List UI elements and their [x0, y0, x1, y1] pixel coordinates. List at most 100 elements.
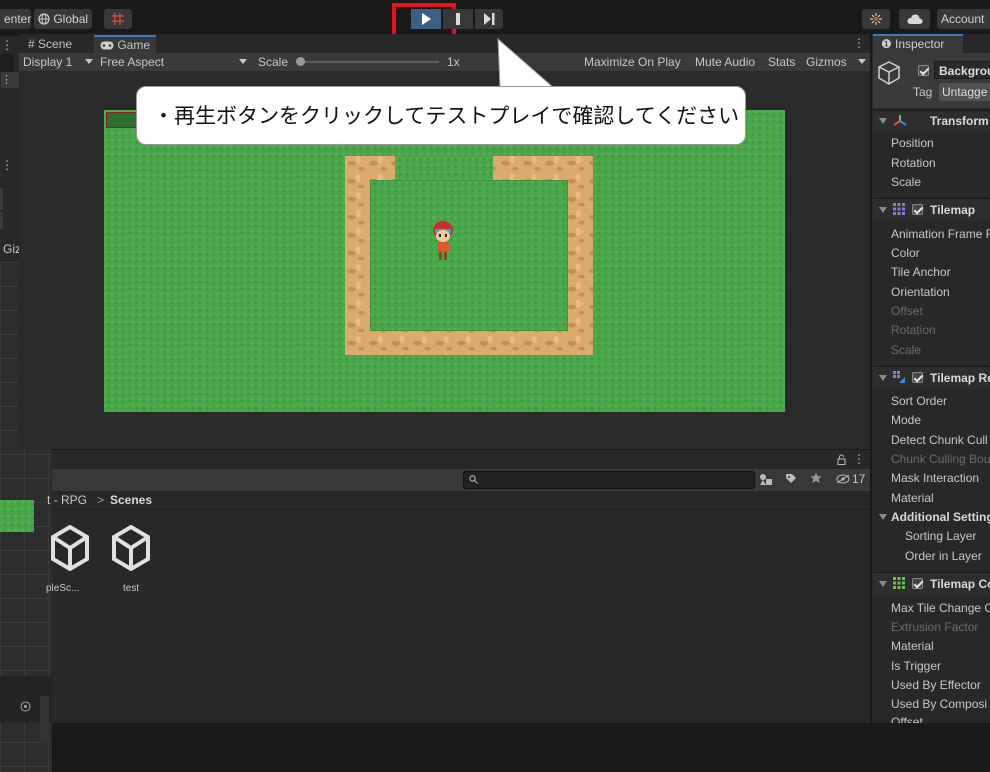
tilemap-tile-anchor-label[interactable]: Tile Anchor — [891, 265, 951, 279]
gizmos-dropdown[interactable]: Gizmos — [806, 53, 847, 71]
additional-settings-label[interactable]: Additional Setting — [891, 510, 990, 524]
project-panel: ⋮ 17 t - RPG > Scenes pleSc... test — [46, 449, 870, 723]
asset-label-test: test — [123, 583, 140, 594]
tilemap-collider-foldout-icon[interactable] — [879, 581, 887, 587]
transform-icon — [893, 115, 907, 126]
hierarchy-menu-icon[interactable]: ⋮ — [1, 38, 13, 52]
tag-dropdown[interactable]: Untagge — [939, 83, 990, 101]
play-icon — [422, 13, 431, 25]
renderer-material-label[interactable]: Material — [891, 491, 934, 505]
pause-button[interactable] — [443, 9, 473, 29]
renderer-detect-chunk-culling-label[interactable]: Detect Chunk Cull — [891, 433, 988, 447]
pivot-center-label: enter — [4, 12, 32, 26]
renderer-mode-label[interactable]: Mode — [891, 413, 921, 427]
step-button[interactable] — [475, 9, 503, 29]
tilemap-scale-label: Scale — [891, 343, 922, 357]
tilemap-offset-label: Offset — [891, 304, 923, 318]
scale-slider-thumb[interactable] — [296, 57, 305, 66]
global-toggle-button[interactable]: Global — [34, 9, 92, 29]
active-checkbox[interactable] — [918, 65, 929, 76]
tilemap-foldout-icon[interactable] — [879, 207, 887, 213]
mute-audio-toggle[interactable]: Mute Audio — [695, 53, 755, 71]
tilemap-renderer-icon — [893, 371, 905, 383]
play-button[interactable] — [411, 9, 441, 29]
tilemap-renderer-title: Tilemap Re — [930, 371, 990, 385]
hierarchy-strip: ⋮ ⋮ — [0, 36, 19, 156]
inner-grass-area — [370, 180, 568, 331]
scene-panel-menu-icon[interactable]: ⋮ — [1, 158, 13, 172]
collider-material-label[interactable]: Material — [891, 639, 934, 653]
maximize-on-play-toggle[interactable]: Maximize On Play — [584, 53, 681, 71]
scene-scrollbar[interactable] — [40, 696, 49, 743]
tab-inspector[interactable]: ❶ Inspector — [873, 34, 963, 53]
transform-position-label[interactable]: Position — [891, 136, 934, 150]
stats-toggle[interactable]: Stats — [768, 53, 795, 71]
tilemap-collider-enabled-checkbox[interactable] — [912, 578, 923, 589]
breadcrumb: t - RPG > Scenes — [47, 491, 870, 510]
tilemap-collider-icon — [893, 577, 905, 589]
hierarchy-menu-icon-2[interactable]: ⋮ — [1, 72, 19, 88]
tilemap-renderer-enabled-checkbox[interactable] — [912, 372, 923, 383]
project-tabbar: ⋮ — [52, 449, 870, 470]
pivot-center-button[interactable]: enter — [0, 9, 31, 29]
unity-scene-icon — [51, 525, 89, 571]
hidden-eye-icon[interactable] — [836, 474, 850, 484]
asset-item-test[interactable]: test — [104, 525, 160, 595]
project-menu-icon[interactable]: ⋮ — [853, 452, 865, 466]
lock-icon[interactable] — [837, 454, 846, 465]
collider-max-tile-change-label[interactable]: Max Tile Change C — [891, 601, 990, 615]
breadcrumb-separator: > — [97, 493, 105, 507]
global-label: Global — [53, 12, 89, 26]
tilemap-orientation-label[interactable]: Orientation — [891, 285, 950, 299]
transform-rotation-label[interactable]: Rotation — [891, 156, 936, 170]
scene-tool-button-2[interactable] — [0, 213, 3, 229]
transform-title: Transform — [930, 114, 989, 128]
inspector-header: Backgrou Tag Untagge — [873, 53, 990, 108]
collider-offset-label[interactable]: Offset — [891, 715, 923, 723]
aspect-chevron-down-icon — [239, 59, 247, 64]
scene-tool-button[interactable] — [0, 188, 3, 210]
display-dropdown[interactable]: Display 1 — [23, 53, 72, 71]
scale-label: Scale — [258, 55, 289, 69]
collider-is-trigger-label[interactable]: Is Trigger — [891, 659, 941, 673]
asset-item[interactable]: pleSc... — [38, 525, 94, 595]
tilemap-collider-title: Tilemap Co — [930, 577, 990, 591]
globe-icon — [38, 13, 50, 25]
tilemap-renderer-foldout-icon[interactable] — [879, 375, 887, 381]
tilemap-animation-frame-rate-label[interactable]: Animation Frame R — [891, 227, 990, 241]
project-search-input[interactable] — [463, 471, 755, 489]
game-view-menu-icon[interactable]: ⋮ — [853, 36, 865, 50]
type-filter-icon[interactable] — [759, 473, 773, 486]
breadcrumb-scenes[interactable]: Scenes — [110, 493, 152, 507]
order-in-layer-label[interactable]: Order in Layer — [905, 549, 982, 563]
hierarchy-search[interactable] — [0, 54, 14, 72]
transform-foldout-icon[interactable] — [879, 118, 887, 124]
instruction-text: ・再生ボタンをクリックしてテストプレイで確認してください — [153, 105, 740, 128]
target-icon[interactable] — [20, 701, 31, 712]
cloud-button[interactable] — [899, 9, 930, 29]
tilemap-enabled-checkbox[interactable] — [912, 204, 923, 215]
label-filter-icon[interactable] — [785, 473, 797, 485]
scale-slider-track[interactable] — [299, 61, 439, 63]
cloud-icon — [906, 14, 923, 24]
tab-game[interactable]: Game — [94, 35, 157, 53]
object-name-field[interactable]: Backgrou — [934, 61, 990, 79]
tilemap-color-label[interactable]: Color — [891, 246, 920, 260]
sorting-layer-label[interactable]: Sorting Layer — [905, 529, 976, 543]
favorite-star-icon[interactable] — [810, 472, 822, 484]
tab-scene[interactable]: # Scene — [22, 35, 78, 53]
renderer-mask-interaction-label[interactable]: Mask Interaction — [891, 471, 979, 485]
account-button[interactable]: Account — [937, 9, 990, 29]
transform-scale-label[interactable]: Scale — [891, 175, 921, 189]
additional-settings-foldout-icon[interactable] — [879, 514, 887, 520]
breadcrumb-project[interactable]: t - RPG — [47, 493, 87, 507]
grid-snap-button[interactable] — [104, 9, 132, 29]
tilemap-grid-icon — [893, 203, 905, 215]
collider-used-by-effector-label[interactable]: Used By Effector — [891, 678, 981, 692]
asset-label: pleSc... — [46, 583, 80, 594]
aspect-dropdown[interactable]: Free Aspect — [100, 53, 164, 71]
renderer-sort-order-label[interactable]: Sort Order — [891, 394, 947, 408]
scale-value: 1x — [447, 55, 460, 69]
collider-used-by-composite-label[interactable]: Used By Composi — [891, 697, 987, 711]
collab-button[interactable] — [862, 9, 890, 29]
